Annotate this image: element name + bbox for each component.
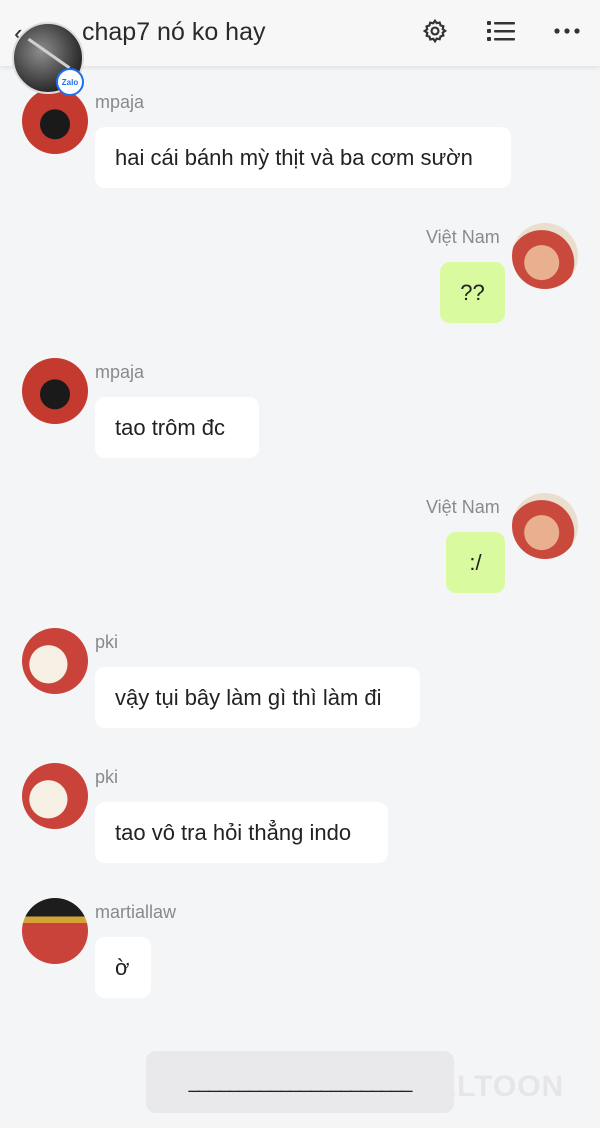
message-bubble[interactable]: tao trôm đc: [95, 397, 259, 458]
sender-name: Việt Nam: [426, 497, 500, 517]
sender-name: martiallaw: [95, 902, 177, 922]
avatar-pki[interactable]: [22, 763, 88, 829]
zalo-badge: Zalo: [56, 68, 84, 96]
gear-icon[interactable]: [420, 16, 450, 46]
avatar-viet-nam[interactable]: [512, 493, 578, 559]
own-message-bubble[interactable]: ??: [440, 262, 505, 323]
message-bubble[interactable]: ờ: [95, 937, 151, 998]
sender-name: pki: [95, 767, 119, 787]
sender-name: pki: [95, 632, 119, 652]
chat-header: ‹ chap7 nó ko hay: [0, 0, 600, 66]
watermark: ELTOON: [436, 1070, 565, 1103]
message-bubble[interactable]: tao vô tra hỏi thẳng indo: [95, 802, 388, 863]
avatar-mpaja[interactable]: [22, 358, 88, 424]
sender-name: Việt Nam: [426, 227, 500, 247]
avatar-martiallaw[interactable]: [22, 898, 88, 964]
sender-name: mpaja: [95, 362, 145, 382]
list-icon[interactable]: [486, 16, 516, 46]
avatar-mpaja[interactable]: [22, 88, 88, 154]
message-bubble[interactable]: vậy tụi bây làm gì thì làm đi: [95, 667, 420, 728]
message-input[interactable]: ______________________: [146, 1051, 454, 1113]
message-bubble[interactable]: hai cái bánh mỳ thịt và ba cơm sườn: [95, 127, 511, 188]
more-dots-icon[interactable]: [552, 16, 582, 46]
sender-name: mpaja: [95, 92, 145, 112]
avatar-pki[interactable]: [22, 628, 88, 694]
avatar-viet-nam[interactable]: [512, 223, 578, 289]
own-message-bubble[interactable]: :/: [446, 532, 505, 593]
chat-title: chap7 nó ko hay: [82, 18, 266, 46]
